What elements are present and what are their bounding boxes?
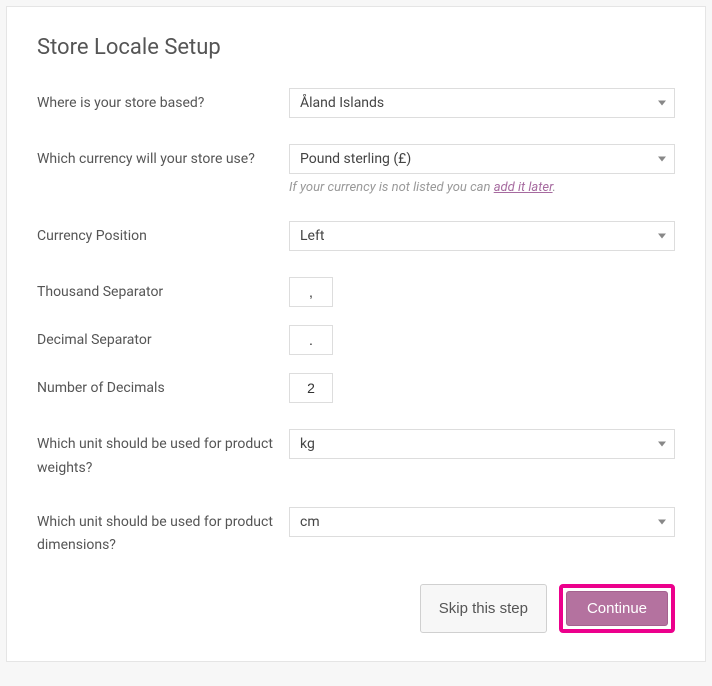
row-decimal-separator: Decimal Separator — [37, 325, 675, 355]
row-weight-unit: Which unit should be used for product we… — [37, 429, 675, 481]
skip-button[interactable]: Skip this step — [420, 584, 547, 633]
currency-hint: If your currency is not listed you can a… — [289, 180, 675, 195]
label-decimal-separator: Decimal Separator — [37, 325, 289, 355]
label-currency-position: Currency Position — [37, 221, 289, 251]
row-currency: Which currency will your store use? Poun… — [37, 144, 675, 195]
footer: Skip this step Continue — [37, 584, 675, 633]
label-number-decimals: Number of Decimals — [37, 373, 289, 403]
label-weight-unit: Which unit should be used for product we… — [37, 429, 289, 481]
row-thousand-separator: Thousand Separator — [37, 277, 675, 307]
label-store-based: Where is your store based? — [37, 88, 289, 118]
add-later-link[interactable]: add it later — [494, 180, 553, 195]
label-currency: Which currency will your store use? — [37, 144, 289, 195]
continue-button[interactable]: Continue — [566, 591, 668, 626]
store-based-select[interactable]: Åland Islands — [289, 88, 675, 118]
chevron-down-icon — [658, 234, 666, 239]
dimension-unit-select[interactable]: cm — [289, 507, 675, 537]
store-based-value: Åland Islands — [300, 95, 384, 111]
store-locale-panel: Store Locale Setup Where is your store b… — [6, 6, 706, 662]
label-thousand-separator: Thousand Separator — [37, 277, 289, 307]
dimension-unit-value: cm — [300, 514, 320, 530]
row-store-based: Where is your store based? Åland Islands — [37, 88, 675, 118]
currency-position-value: Left — [300, 228, 324, 244]
decimal-separator-input[interactable] — [289, 325, 333, 355]
currency-select[interactable]: Pound sterling (£) — [289, 144, 675, 174]
number-decimals-input[interactable] — [289, 373, 333, 403]
weight-unit-select[interactable]: kg — [289, 429, 675, 459]
page-title: Store Locale Setup — [37, 35, 675, 60]
thousand-separator-input[interactable] — [289, 277, 333, 307]
continue-highlight: Continue — [559, 584, 675, 633]
chevron-down-icon — [658, 442, 666, 447]
label-dimension-unit: Which unit should be used for product di… — [37, 507, 289, 559]
chevron-down-icon — [658, 101, 666, 106]
chevron-down-icon — [658, 519, 666, 524]
chevron-down-icon — [658, 157, 666, 162]
currency-value: Pound sterling (£) — [300, 151, 411, 167]
currency-position-select[interactable]: Left — [289, 221, 675, 251]
row-dimension-unit: Which unit should be used for product di… — [37, 507, 675, 559]
row-currency-position: Currency Position Left — [37, 221, 675, 251]
row-number-decimals: Number of Decimals — [37, 373, 675, 403]
weight-unit-value: kg — [300, 436, 315, 452]
